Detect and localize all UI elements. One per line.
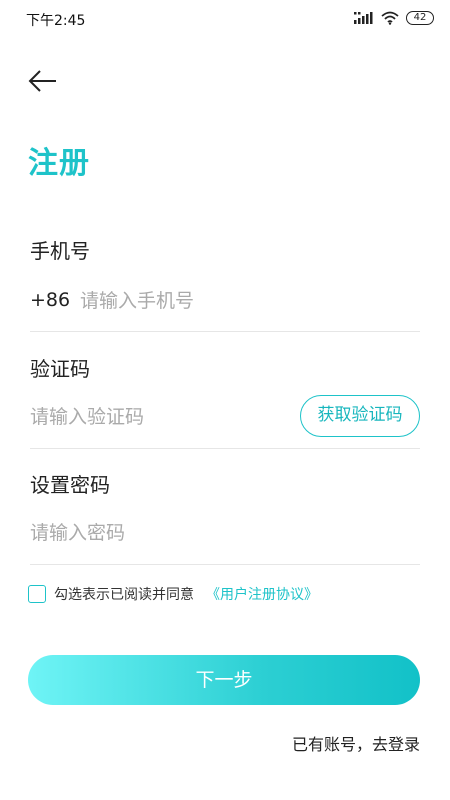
wifi-icon	[381, 11, 399, 25]
divider	[30, 331, 420, 332]
password-input[interactable]	[30, 518, 410, 548]
login-link[interactable]: 已有账号，去登录	[292, 731, 420, 755]
page-title: 注册	[28, 146, 90, 181]
code-label: 验证码	[30, 357, 90, 381]
agreement-text: 勾选表示已阅读并同意	[54, 587, 194, 603]
code-input[interactable]	[30, 402, 285, 432]
agree-checkbox[interactable]	[28, 585, 46, 603]
country-code[interactable]: +86	[30, 289, 70, 311]
phone-label: 手机号	[30, 239, 90, 263]
agreement-link[interactable]: 《用户注册协议》	[206, 584, 318, 604]
divider	[30, 448, 420, 449]
get-code-button[interactable]: 获取验证码	[300, 395, 420, 437]
password-label: 设置密码	[30, 473, 110, 497]
next-button[interactable]: 下一步	[28, 655, 420, 705]
battery-icon: 42	[406, 11, 434, 25]
status-icons: 42	[354, 11, 434, 25]
back-button[interactable]	[26, 66, 60, 96]
phone-input[interactable]	[80, 286, 410, 316]
register-screen: 下午2:45 42 注册 手机号 +86 请输入手机号 验证码 请输入验证码 获…	[0, 0, 450, 800]
status-bar: 下午2:45 42	[0, 0, 450, 40]
signal-icon	[354, 12, 373, 24]
status-time: 下午2:45	[26, 13, 86, 29]
agreement-row: 勾选表示已阅读并同意 《用户注册协议》	[28, 584, 318, 604]
divider	[30, 564, 420, 565]
arrow-left-icon	[28, 70, 56, 92]
